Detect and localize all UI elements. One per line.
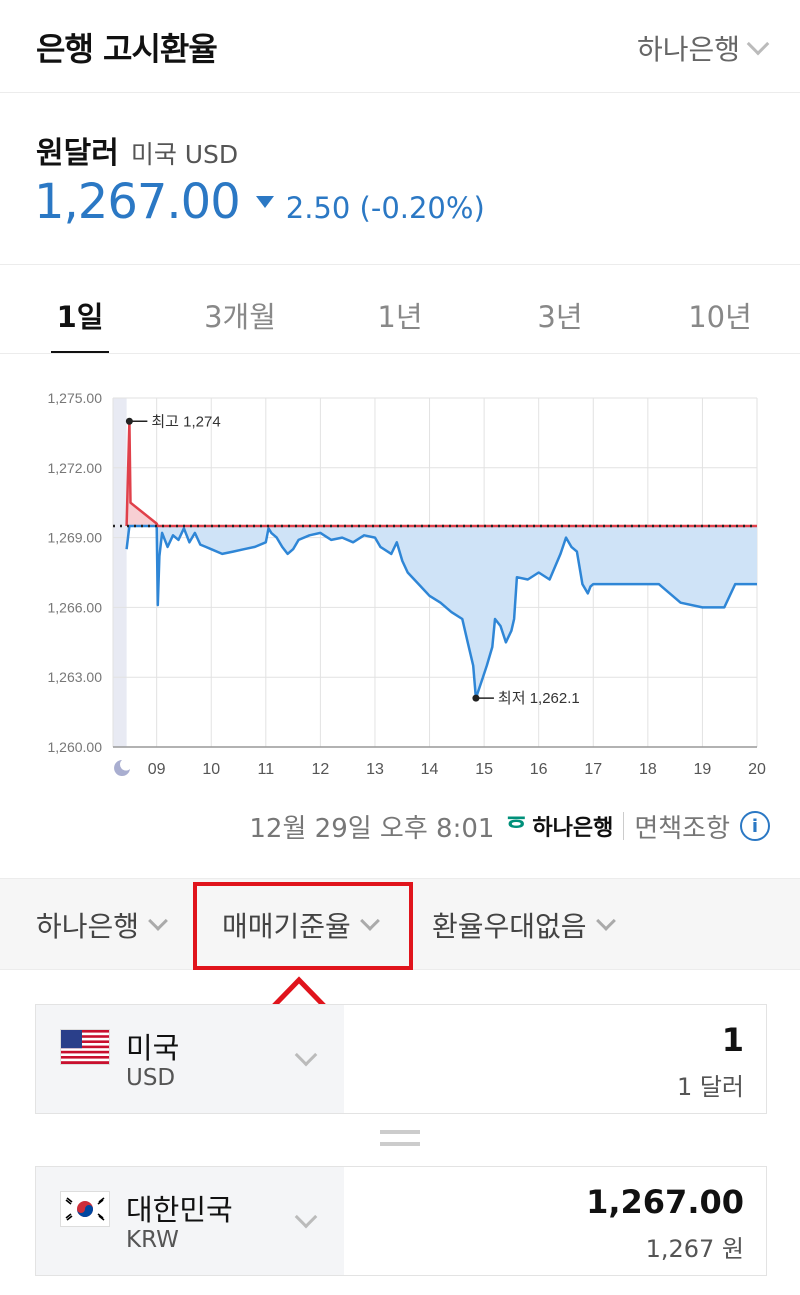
high-label: 최고 1,274: [151, 413, 220, 430]
y-tick-label: 1,266.00: [48, 599, 103, 615]
moon-icon: [114, 760, 130, 776]
filter-bank[interactable]: 하나은행: [36, 905, 168, 945]
x-tick-label: 18: [639, 761, 657, 778]
x-tick-label: 10: [202, 761, 220, 778]
series-line-above: [125, 420, 757, 528]
chevron-down-icon: [595, 911, 616, 931]
chevron-down-icon: [294, 1205, 318, 1229]
tab-3y[interactable]: 3년: [480, 266, 640, 354]
to-country-name: 대한민국: [126, 1193, 233, 1227]
chevron-down-icon: [294, 1043, 318, 1067]
from-currency-row: 미국 USD 1 1 달러: [35, 1004, 767, 1114]
from-currency-code: USD: [126, 1065, 176, 1091]
y-tick-label: 1,269.00: [48, 530, 103, 546]
pair-subtitle: 미국 USD: [130, 140, 239, 169]
divider: [0, 353, 800, 354]
hana-logo-text: 하나은행: [532, 816, 614, 841]
hana-bank-logo: ᅙ 하나은행: [504, 808, 613, 845]
x-tick-label: 11: [258, 761, 275, 778]
info-icon[interactable]: i: [740, 811, 770, 841]
update-timestamp: 12월 29일 오후 8:01: [249, 813, 495, 844]
from-amount-field[interactable]: 1 1 달러: [344, 1005, 766, 1113]
chevron-down-icon: [746, 32, 770, 56]
to-currency-row: 대한민국 KRW 1,267.00 1,267 원: [35, 1166, 767, 1276]
us-flag-icon: [60, 1029, 110, 1065]
to-currency-selector[interactable]: 대한민국 KRW: [36, 1167, 344, 1275]
from-amount: 1: [721, 1021, 744, 1059]
x-tick-label: 16: [530, 761, 548, 778]
to-amount: 1,267.00: [586, 1183, 744, 1221]
y-tick-label: 1,272.00: [48, 460, 103, 476]
x-tick-label: 17: [584, 761, 602, 778]
low-label: 최저 1,262.1: [498, 690, 580, 707]
pair-name: 원달러: [36, 136, 119, 171]
x-tick-label: 14: [421, 761, 439, 778]
from-country-name: 미국: [126, 1031, 180, 1065]
highlight-box: [193, 882, 413, 970]
from-amount-text: 1 달러: [676, 1073, 744, 1101]
tab-10y[interactable]: 10년: [640, 266, 800, 354]
rate-chart[interactable]: 1,260.00 1,263.00 1,266.00 1,269.00 1,272.00…: [0, 380, 800, 790]
page-title: 은행 고시환율: [36, 30, 218, 68]
to-amount-text: 1,267 원: [645, 1235, 744, 1263]
filter-bank-label: 하나은행: [36, 910, 140, 943]
x-tick-label: 19: [694, 761, 712, 778]
from-currency-selector[interactable]: 미국 USD: [36, 1005, 344, 1113]
rate-change: 2.50 (-0.20%): [285, 191, 485, 225]
period-tabs: 1일 3개월 1년 3년 10년: [0, 266, 800, 354]
source-row: 12월 29일 오후 8:01 ᅙ 하나은행 면책조항 i: [0, 806, 770, 846]
x-tick-label: 13: [366, 761, 384, 778]
rate-value: 1,267.00: [34, 174, 241, 230]
app-header: 은행 고시환율 하나은행: [0, 0, 800, 93]
divider: [623, 812, 625, 840]
x-tick-label: 15: [475, 761, 493, 778]
filter-preference-label: 환율우대없음: [432, 910, 587, 943]
x-tick-label: 12: [311, 761, 329, 778]
tab-1d[interactable]: 1일: [0, 266, 160, 354]
y-tick-label: 1,263.00: [48, 669, 103, 685]
chevron-down-icon: [148, 911, 168, 931]
currency-pair: 원달러 미국 USD: [36, 128, 238, 172]
down-triangle-icon: [255, 196, 274, 208]
to-currency-code: KRW: [126, 1227, 179, 1253]
to-amount-field[interactable]: 1,267.00 1,267 원: [344, 1167, 766, 1275]
x-tick-label: 09: [148, 761, 166, 778]
kr-flag-icon: [60, 1191, 110, 1227]
disclaimer-link[interactable]: 면책조항: [634, 808, 730, 845]
overnight-band: [113, 398, 127, 747]
bank-selector[interactable]: 하나은행: [636, 28, 770, 68]
tab-3m[interactable]: 3개월: [160, 266, 320, 354]
x-tick-label: 20: [748, 761, 766, 778]
divider: [0, 264, 800, 265]
y-tick-label: 1,275.00: [48, 390, 103, 406]
equals-icon: [380, 1130, 420, 1148]
filter-preference[interactable]: 환율우대없음: [432, 905, 616, 945]
area-below-ref: [126, 525, 758, 699]
area-above-ref: [126, 421, 758, 526]
rate-display: 1,267.00 2.50 (-0.20%): [34, 174, 485, 230]
y-tick-label: 1,260.00: [48, 739, 103, 755]
bank-selector-label: 하나은행: [636, 33, 740, 66]
tab-1y[interactable]: 1년: [320, 266, 480, 354]
hana-logo-mark-icon: ᅙ: [504, 813, 529, 844]
